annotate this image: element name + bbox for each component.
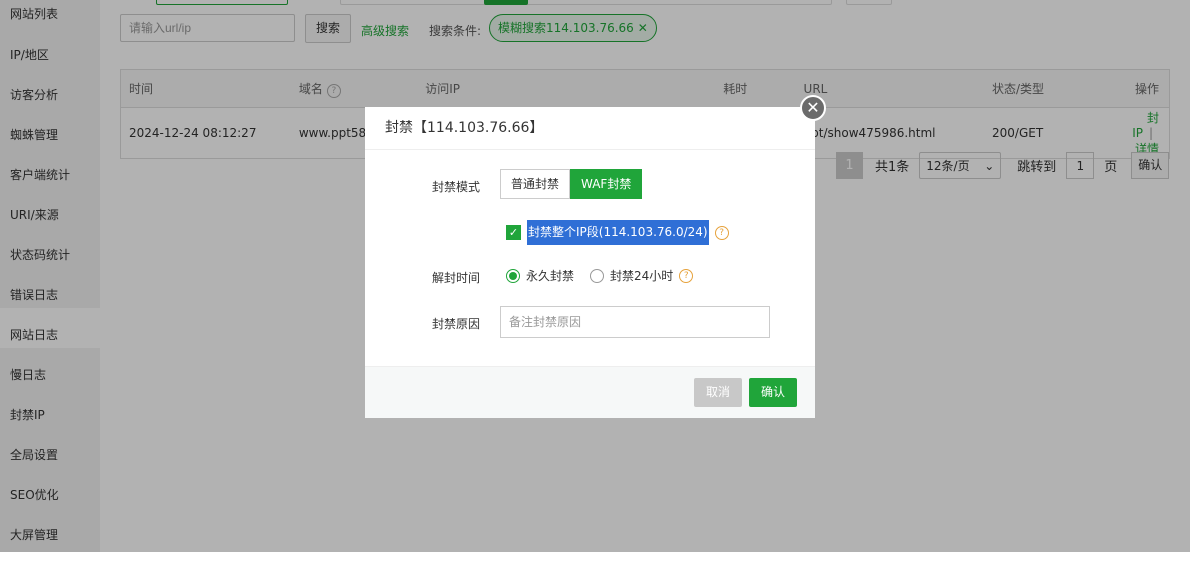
mode-normal-button[interactable]: 普通封禁 xyxy=(500,169,571,199)
unban-time-label: 解封时间 xyxy=(432,271,481,285)
dialog-title: 封禁【114.103.76.66】 xyxy=(365,107,815,150)
ban-mode-group: 普通封禁 WAF封禁 xyxy=(500,169,643,199)
cancel-button[interactable]: 取消 xyxy=(694,378,742,407)
radio-forever[interactable] xyxy=(506,268,520,283)
ban-dialog: 封禁【114.103.76.66】 封禁模式 普通封禁 WAF封禁 ✓ 封禁整个… xyxy=(365,107,815,418)
close-icon[interactable]: ✕ xyxy=(800,95,826,121)
ban-reason-input[interactable] xyxy=(500,306,770,338)
radio-24h[interactable] xyxy=(590,268,605,283)
ban-range-checkbox[interactable]: ✓ xyxy=(506,225,521,240)
help-icon[interactable]: ? xyxy=(714,225,729,240)
dialog-footer: 取消 确认 xyxy=(365,366,815,418)
ban-reason-label: 封禁原因 xyxy=(432,317,481,331)
help-icon[interactable]: ? xyxy=(679,268,694,283)
radio-24h-label: 封禁24小时 xyxy=(610,269,674,283)
radio-dot xyxy=(509,271,517,280)
mode-waf-button[interactable]: WAF封禁 xyxy=(570,169,643,199)
radio-forever-label: 永久封禁 xyxy=(526,269,575,283)
unban-time-group: 永久封禁 封禁24小时 ? xyxy=(506,267,694,284)
ban-range-checkbox-row: ✓ 封禁整个IP段(114.103.76.0/24) ? xyxy=(506,220,729,245)
confirm-button[interactable]: 确认 xyxy=(749,378,797,407)
ban-mode-label: 封禁模式 xyxy=(432,180,481,194)
ban-range-label: 封禁整个IP段(114.103.76.0/24) xyxy=(527,220,709,245)
